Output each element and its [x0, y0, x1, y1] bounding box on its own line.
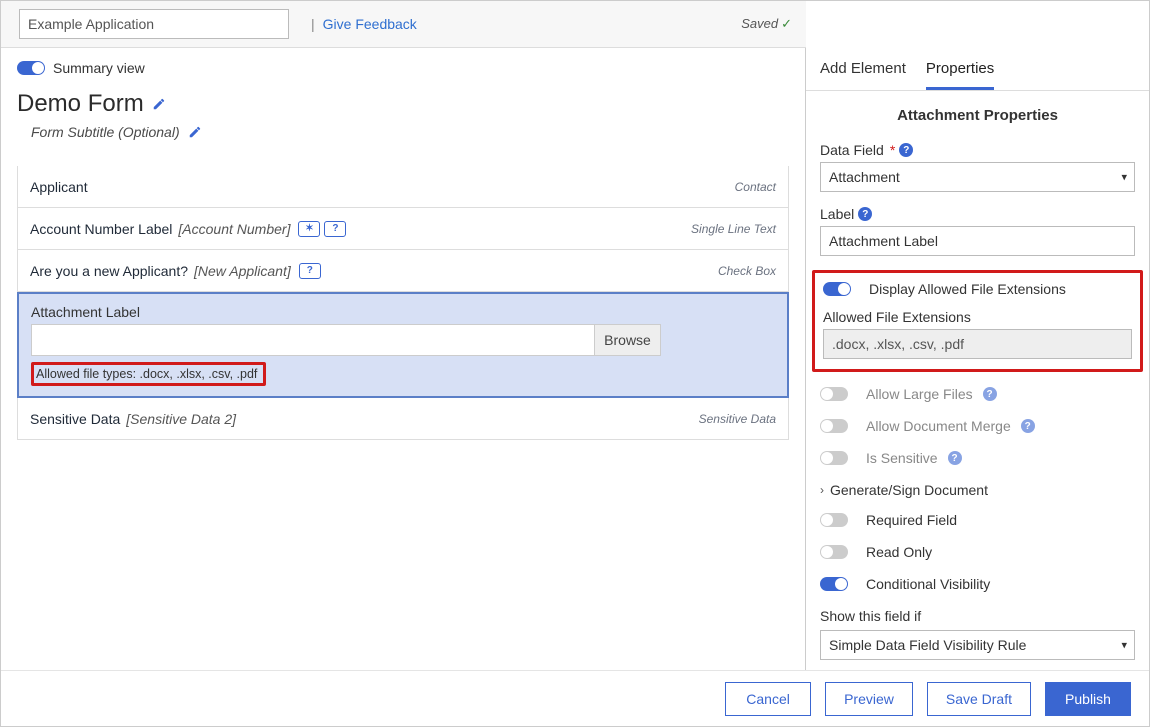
required-label: Required Field	[866, 512, 957, 528]
field-row-attachment-selected[interactable]: Attachment Label Browse Allowed file typ…	[17, 292, 789, 398]
form-subtitle: Form Subtitle (Optional)	[31, 124, 180, 140]
divider: |	[311, 16, 315, 32]
visibility-rule-select[interactable]: Simple Data Field Visibility Rule	[820, 630, 1135, 660]
generate-sign-expand[interactable]: › Generate/Sign Document	[820, 482, 1135, 498]
field-row-sensitive[interactable]: Sensitive Data [Sensitive Data 2] Sensit…	[17, 398, 789, 440]
data-field-label: Data Field* ?	[820, 142, 1135, 158]
allowed-ext-label: Allowed File Extensions	[823, 309, 1132, 325]
browse-button[interactable]: Browse	[594, 325, 660, 355]
summary-view-label: Summary view	[53, 60, 145, 76]
allow-large-label: Allow Large Files	[866, 386, 973, 402]
field-label: Account Number Label	[30, 221, 172, 237]
is-sensitive-toggle[interactable]	[820, 451, 848, 465]
field-row-new-applicant[interactable]: Are you a new Applicant? [New Applicant]…	[17, 250, 789, 292]
footer: Cancel Preview Save Draft Publish	[1, 670, 1149, 726]
preview-button[interactable]: Preview	[825, 682, 913, 716]
field-bracket: [Account Number]	[178, 221, 290, 237]
field-row-applicant[interactable]: Applicant Contact	[17, 166, 789, 208]
attachment-label: Attachment Label	[31, 304, 775, 320]
allow-large-files-toggle[interactable]	[820, 387, 848, 401]
pencil-icon[interactable]	[152, 97, 166, 111]
help-icon[interactable]: ?	[899, 143, 913, 157]
tab-add-element[interactable]: Add Element	[820, 56, 906, 90]
field-label: Are you a new Applicant?	[30, 263, 188, 279]
chevron-right-icon: ›	[820, 483, 824, 497]
save-draft-button[interactable]: Save Draft	[927, 682, 1031, 716]
properties-panel: Add Element Properties Attachment Proper…	[806, 48, 1149, 707]
allow-merge-label: Allow Document Merge	[866, 418, 1011, 434]
conditional-subtitle: Show this field if	[820, 608, 1135, 624]
help-icon[interactable]: ?	[948, 451, 962, 465]
readonly-toggle[interactable]	[820, 545, 848, 559]
is-sensitive-label: Is Sensitive	[866, 450, 938, 466]
field-type: Sensitive Data	[699, 412, 776, 426]
pencil-icon[interactable]	[188, 125, 202, 139]
help-icon[interactable]: ?	[299, 263, 321, 279]
label-label: Label ?	[820, 206, 1135, 222]
check-icon: ✓	[781, 16, 792, 31]
readonly-label: Read Only	[866, 544, 932, 560]
give-feedback-link[interactable]: Give Feedback	[323, 16, 417, 32]
field-bracket: [New Applicant]	[194, 263, 291, 279]
required-toggle[interactable]	[820, 513, 848, 527]
display-allowed-ext-toggle[interactable]	[823, 282, 851, 296]
label-input[interactable]	[820, 226, 1135, 256]
help-icon[interactable]: ?	[324, 221, 346, 237]
field-type: Check Box	[718, 264, 776, 278]
conditional-visibility-toggle[interactable]	[820, 577, 848, 591]
conditional-visibility-label: Conditional Visibility	[866, 576, 990, 592]
attachment-input[interactable]	[32, 325, 594, 355]
help-icon[interactable]: ?	[983, 387, 997, 401]
panel-title: Attachment Properties	[820, 107, 1135, 124]
form-canvas: Summary view Demo Form Form Subtitle (Op…	[1, 48, 806, 707]
field-label: Applicant	[30, 179, 88, 195]
form-title: Demo Form	[17, 90, 144, 118]
data-field-select[interactable]: Attachment	[820, 162, 1135, 192]
prefill-icon[interactable]: ✶	[298, 221, 320, 237]
saved-indicator: Saved✓	[741, 16, 792, 32]
display-allowed-ext-label: Display Allowed File Extensions	[869, 281, 1066, 297]
help-icon[interactable]: ?	[1021, 419, 1035, 433]
allow-doc-merge-toggle[interactable]	[820, 419, 848, 433]
cancel-button[interactable]: Cancel	[725, 682, 811, 716]
field-type: Contact	[735, 180, 776, 194]
field-bracket: [Sensitive Data 2]	[126, 411, 236, 427]
allowed-extensions-callout: Display Allowed File Extensions Allowed …	[812, 270, 1143, 372]
top-bar: | Give Feedback Saved✓	[1, 1, 806, 48]
publish-button[interactable]: Publish	[1045, 682, 1131, 716]
help-icon[interactable]: ?	[858, 207, 872, 221]
field-label: Sensitive Data	[30, 411, 120, 427]
allowed-file-types-callout: Allowed file types: .docx, .xlsx, .csv, …	[31, 362, 266, 386]
app-title-input[interactable]	[19, 9, 289, 39]
summary-view-toggle[interactable]	[17, 61, 45, 75]
tab-properties[interactable]: Properties	[926, 56, 994, 90]
field-row-account[interactable]: Account Number Label [Account Number] ✶ …	[17, 208, 789, 250]
allowed-ext-input[interactable]	[823, 329, 1132, 359]
field-type: Single Line Text	[691, 222, 776, 236]
